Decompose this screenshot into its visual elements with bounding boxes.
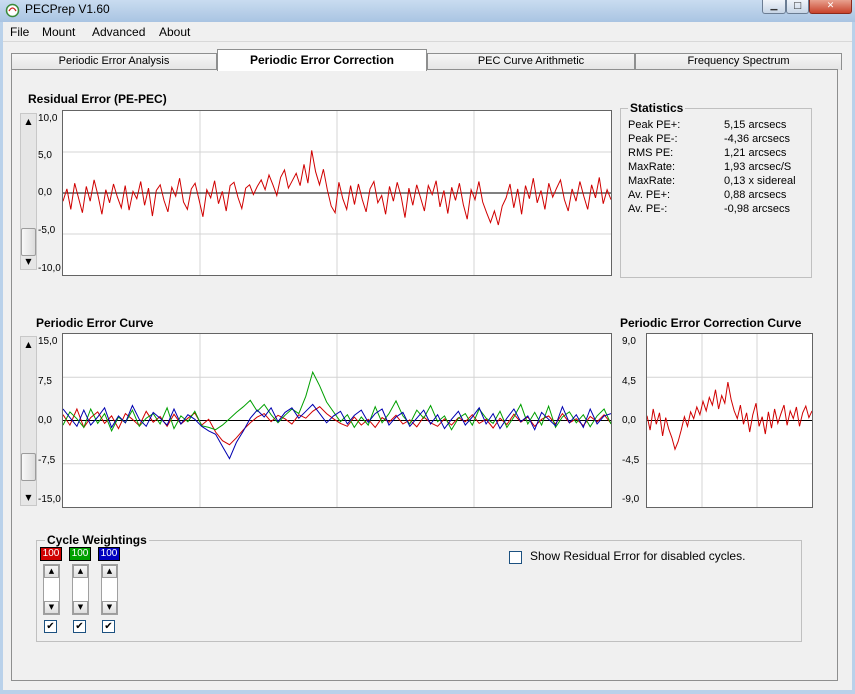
periodic-error-curve-title: Periodic Error Curve (36, 316, 154, 330)
stat-label: Peak PE-: (628, 133, 678, 145)
periodic-error-plot (63, 334, 611, 507)
spin-down-icon[interactable]: ▼ (73, 601, 88, 614)
tab-frequency-spectrum[interactable]: Frequency Spectrum (635, 53, 842, 70)
menu-about[interactable]: About (159, 25, 190, 39)
stat-value: 1,93 arcsec/S (724, 161, 792, 173)
window-title: PECPrep V1.60 (25, 2, 110, 16)
scroll-up-icon[interactable]: ▲ (21, 114, 36, 129)
y-tick-label: -7,5 (38, 455, 56, 466)
scroll-down-icon[interactable]: ▼ (21, 490, 36, 505)
stat-label: MaxRate: (628, 161, 676, 173)
spin-down-icon[interactable]: ▼ (102, 601, 117, 614)
y-tick-label: 9,0 (622, 336, 636, 347)
cycle-enable-checkbox[interactable]: ✔ (102, 620, 115, 633)
pec-curve-series-0 (647, 382, 812, 451)
residual-scrollbar[interactable]: ▲ ▼ (20, 113, 37, 270)
pec-correction-plot (647, 334, 812, 507)
y-tick-label: -4,5 (622, 455, 640, 466)
stat-label: Peak PE+: (628, 119, 681, 131)
stat-value: 0,88 arcsecs (724, 189, 787, 201)
stat-label: RMS PE: (628, 147, 674, 159)
maximize-button[interactable]: □ (786, 0, 809, 14)
periodic-error-chart (62, 333, 612, 508)
y-tick-label: -15,0 (38, 494, 61, 505)
stat-label: Av. PE+: (628, 189, 671, 201)
cycle-weight-badge: 100 (98, 547, 120, 561)
menu-advanced[interactable]: Advanced (92, 25, 145, 39)
residual-error-chart (62, 110, 612, 276)
menu-mount[interactable]: Mount (42, 25, 75, 39)
residual-error-plot (63, 111, 611, 275)
statistics-group: Statistics Peak PE+: 5,15 arcsecs Peak PE-… (620, 101, 812, 278)
cycle-weight-badge: 100 (69, 547, 91, 561)
pec-curve-title: Periodic Error Correction Curve (620, 316, 802, 330)
pec-correction-chart (646, 333, 813, 508)
tab-pec-curve-arithmetic[interactable]: PEC Curve Arithmetic (427, 53, 635, 70)
scroll-up-icon[interactable]: ▲ (21, 337, 36, 352)
tab-panel: Residual Error (PE-PEC) ▲ ▼ 10,0 5,0 0,0… (11, 69, 838, 681)
spin-down-icon[interactable]: ▼ (44, 601, 59, 614)
y-tick-label: -5,0 (38, 225, 56, 236)
app-icon (5, 3, 20, 18)
cycle-weight-spinner[interactable]: ▲ ▼ (72, 564, 89, 615)
cycle-enable-checkbox[interactable]: ✔ (44, 620, 57, 633)
y-tick-label: 0,0 (38, 415, 52, 426)
pe-curve-scrollbar[interactable]: ▲ ▼ (20, 336, 37, 506)
y-tick-label: 15,0 (38, 336, 58, 347)
y-tick-label: 7,5 (38, 376, 52, 387)
client-area: Periodic Error Analysis Periodic Error C… (3, 42, 852, 690)
cycle-weight-spinner[interactable]: ▲ ▼ (43, 564, 60, 615)
show-residual-checkbox[interactable] (509, 551, 522, 564)
close-button[interactable]: ✕ (809, 0, 852, 14)
y-tick-label: -10,0 (38, 263, 61, 274)
minimize-button[interactable]: ▁ (762, 0, 786, 14)
cycle-weight-spinner[interactable]: ▲ ▼ (101, 564, 118, 615)
spin-up-icon[interactable]: ▲ (73, 565, 88, 578)
y-tick-label: -9,0 (622, 494, 640, 505)
statistics-title: Statistics (628, 101, 686, 115)
residual-error-title: Residual Error (PE-PEC) (28, 92, 167, 106)
stat-value: 0,13 x sidereal (724, 175, 796, 187)
y-tick-label: 4,5 (622, 376, 636, 387)
y-tick-label: 10,0 (38, 113, 58, 124)
spin-up-icon[interactable]: ▲ (44, 565, 59, 578)
scroll-down-icon[interactable]: ▼ (21, 254, 36, 269)
menu-bar: File Mount Advanced About (3, 22, 852, 42)
y-tick-label: 0,0 (38, 187, 52, 198)
menu-file[interactable]: File (10, 25, 29, 39)
stat-value: 1,21 arcsecs (724, 147, 787, 159)
stat-label: Av. PE-: (628, 203, 668, 215)
y-tick-label: 5,0 (38, 150, 52, 161)
scroll-thumb[interactable] (21, 228, 36, 256)
tab-periodic-error-analysis[interactable]: Periodic Error Analysis (11, 53, 217, 70)
tab-bar: Periodic Error Analysis Periodic Error C… (11, 49, 843, 71)
title-bar: PECPrep V1.60 ▁ □ ✕ (0, 0, 855, 22)
stat-value: -4,36 arcsecs (724, 133, 791, 145)
stat-label: MaxRate: (628, 175, 676, 187)
cycle-weightings-title: Cycle Weightings (45, 533, 149, 547)
cycle-weight-badge: 100 (40, 547, 62, 561)
spin-up-icon[interactable]: ▲ (102, 565, 117, 578)
stat-value: -0,98 arcsecs (724, 203, 791, 215)
y-tick-label: 0,0 (622, 415, 636, 426)
stat-value: 5,15 arcsecs (724, 119, 787, 131)
tab-periodic-error-correction[interactable]: Periodic Error Correction (217, 49, 427, 71)
cycle-enable-checkbox[interactable]: ✔ (73, 620, 86, 633)
scroll-thumb[interactable] (21, 453, 36, 481)
show-residual-label: Show Residual Error for disabled cycles. (530, 549, 746, 563)
cycle-weightings-group: Cycle Weightings 100 ▲ ▼ ✔ 100 ▲ ▼ ✔ 100 ▲ ▼ ✔ Show… (36, 533, 802, 642)
